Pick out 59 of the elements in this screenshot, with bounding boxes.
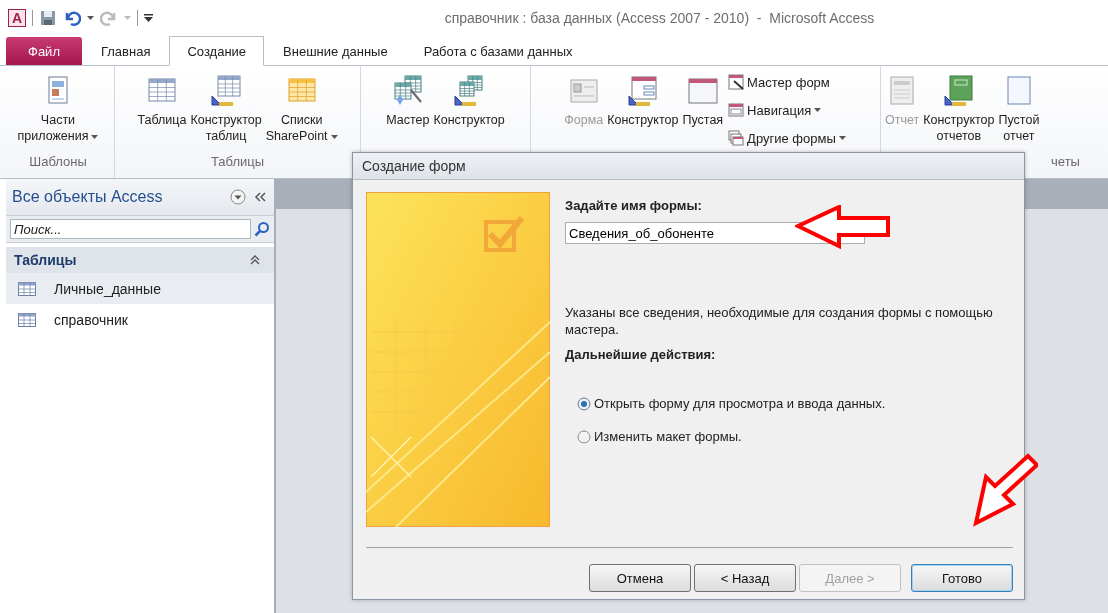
app-logo: A: [8, 8, 26, 27]
radio-button[interactable]: [577, 429, 591, 444]
ribbon-tab[interactable]: Создание: [169, 36, 265, 66]
section-header[interactable]: Таблицы: [6, 247, 274, 273]
ribbon-command[interactable]: Таблица: [136, 70, 188, 154]
next-actions-label: Дальнейшие действия:: [565, 347, 717, 362]
table-design-icon: [209, 74, 244, 106]
ribbon-tab[interactable]: Главная: [83, 37, 168, 65]
group-label: четы: [1051, 154, 1080, 169]
group-label: Таблицы: [210, 154, 265, 169]
ribbon-command[interactable]: Конструктор таблиц: [189, 70, 263, 154]
radio-option[interactable]: Открыть форму для просмотра и ввода данных.: [577, 396, 1005, 411]
form-design-icon: [625, 74, 660, 106]
form-wizard-icon: [728, 74, 745, 90]
ribbon-command[interactable]: Списки SharePoint: [264, 70, 339, 154]
ribbon-command[interactable]: Конструктор отчетов: [922, 70, 996, 154]
table-item[interactable]: справочник: [6, 304, 274, 335]
radio-button[interactable]: [577, 396, 591, 411]
dialog-button[interactable]: Готово: [911, 564, 1013, 592]
ribbon-command[interactable]: Другие формы: [726, 126, 848, 150]
ribbon-command: Форма: [563, 70, 605, 154]
search-icon[interactable]: [254, 221, 270, 237]
ribbon-command[interactable]: Навигация: [726, 98, 848, 122]
dialog-title: Создание форм: [362, 158, 466, 174]
dialog-button: Далее >: [799, 564, 901, 592]
section-title: Таблицы: [14, 252, 78, 268]
ribbon-tab[interactable]: Работа с базами данных: [406, 37, 590, 65]
ribbon-command: Отчет: [884, 70, 921, 154]
file-tab[interactable]: Файл: [6, 37, 82, 65]
group-label: Шаблоны: [29, 154, 87, 169]
search-field[interactable]: Поиск...: [10, 219, 251, 239]
pane-title: Все объекты Access: [12, 188, 164, 206]
table-icon: [18, 312, 36, 327]
collapse-icon[interactable]: [250, 255, 260, 265]
customize-toolbar-icon[interactable]: [144, 13, 153, 22]
radio-option[interactable]: Изменить макет формы.: [577, 429, 1005, 444]
form-name-label: Задайте имя формы:: [565, 198, 703, 213]
dropdown-icon[interactable]: [230, 189, 246, 205]
navigation-form-icon: [728, 102, 745, 118]
collapse-pane-icon[interactable]: [254, 192, 266, 202]
ribbon-command[interactable]: Пустая: [681, 70, 725, 154]
table-item[interactable]: Личные_данные: [6, 273, 274, 304]
report-design-icon: [941, 74, 976, 106]
window-title: справочник : база данных (Access 2007 - 2010) - Microsoft Access: [443, 9, 876, 26]
caret-icon: [124, 15, 131, 20]
table-icon: [18, 281, 36, 296]
ribbon-command[interactable]: Мастер форм: [726, 70, 848, 94]
stacked-forms-icon: [728, 130, 745, 146]
ribbon-command[interactable]: Пустой отчет: [997, 70, 1041, 154]
ribbon-command[interactable]: Конструктор: [432, 70, 506, 154]
info-text: Указаны все сведения, необходимые для создания формы с помощью мастера.: [565, 304, 994, 338]
ribbon-tab[interactable]: Внешние данные: [266, 37, 405, 65]
dialog-button[interactable]: Отмена: [589, 564, 691, 592]
ribbon-command[interactable]: Части приложения: [16, 70, 100, 154]
save-icon[interactable]: [39, 8, 57, 27]
ribbon-command[interactable]: Конструктор: [606, 70, 680, 154]
caret-icon[interactable]: [87, 15, 94, 20]
dialog-button[interactable]: < Назад: [694, 564, 796, 592]
ribbon-command[interactable]: Мастер: [385, 70, 431, 154]
